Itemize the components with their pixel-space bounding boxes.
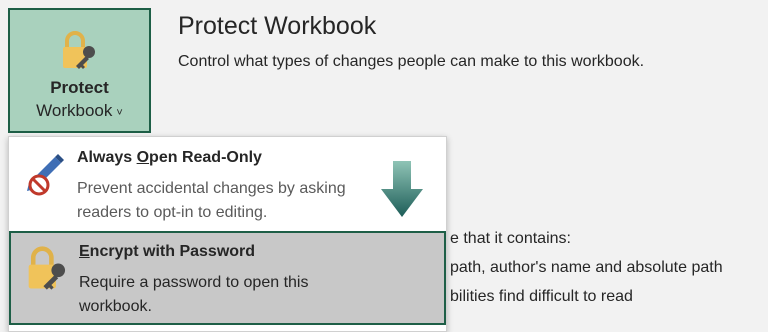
arrow-down-icon xyxy=(381,161,423,217)
inspect-line-2: path, author's name and absolute path xyxy=(450,259,723,276)
protect-workbook-menu: Always Open Read-Only Prevent accidental… xyxy=(8,136,447,332)
menu-item-title: Encrypt with Password xyxy=(79,243,256,260)
chevron-down-icon: ˅ xyxy=(116,107,123,119)
inspect-line-3: bilities find difficult to read xyxy=(450,288,633,305)
page-description: Control what types of changes people can… xyxy=(178,53,645,70)
menu-item-description: Require a password to open this workbook… xyxy=(79,274,309,315)
lock-key-icon xyxy=(28,246,66,290)
menu-item-always-open-read-only[interactable]: Always Open Read-Only Prevent accidental… xyxy=(9,137,446,231)
protect-workbook-button[interactable]: Protect Workbook ˅ xyxy=(8,8,151,133)
menu-item-title: Always Open Read-Only xyxy=(77,149,262,166)
pencil-prohibited-icon xyxy=(27,154,64,196)
protect-label-line1: Protect xyxy=(50,78,109,97)
menu-item-encrypt-with-password[interactable]: Encrypt with Password Require a password… xyxy=(9,231,446,325)
inspect-line-1: e that it contains: xyxy=(450,230,571,247)
page-title: Protect Workbook xyxy=(178,12,377,40)
protect-label-line2: Workbook xyxy=(36,101,113,120)
menu-item-description: Prevent accidental changes by asking rea… xyxy=(77,180,346,221)
lock-key-icon xyxy=(62,31,95,69)
